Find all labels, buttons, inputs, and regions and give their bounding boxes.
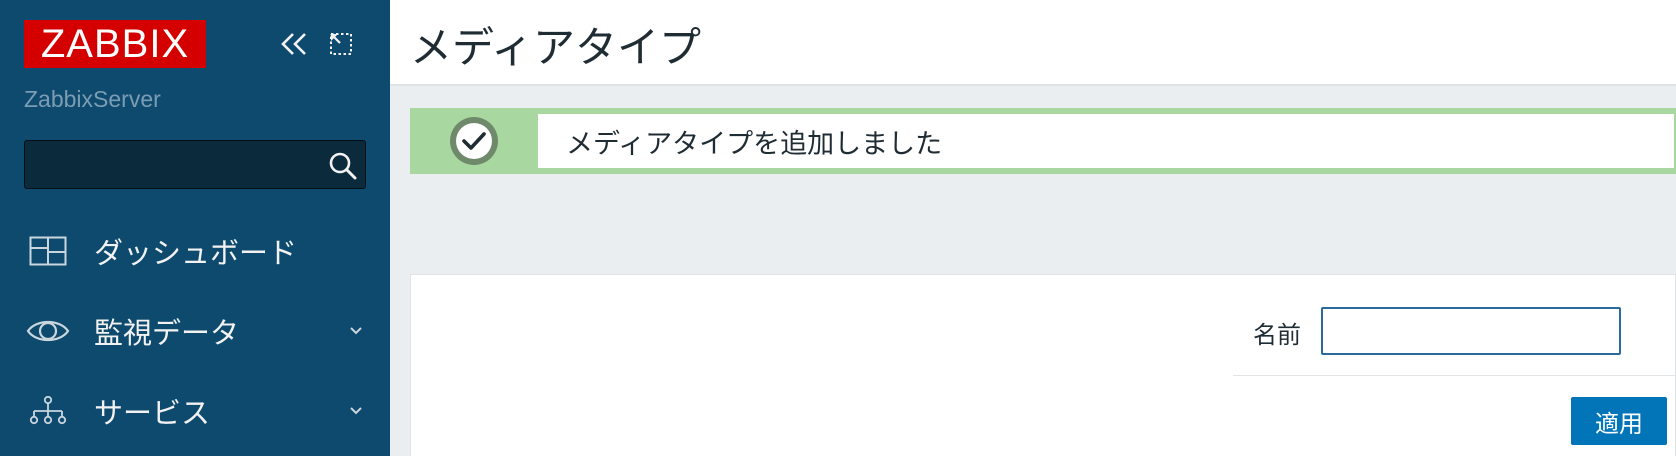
hierarchy-icon [26, 391, 70, 431]
dashboard-icon [26, 231, 70, 271]
collapse-sidebar-button[interactable] [274, 28, 314, 60]
sidebar-search [24, 140, 366, 189]
filter-panel: 名前 適用 [410, 274, 1676, 456]
sidebar-item-services[interactable]: サービス [0, 376, 390, 446]
kiosk-mode-button[interactable] [324, 28, 358, 60]
double-chevron-left-icon [281, 33, 306, 55]
sidebar-search-input[interactable] [25, 141, 315, 188]
sidebar: ZABBIX ZabbixServer ダッシュボード 監視データ サービス [0, 0, 390, 456]
sidebar-item-monitoring[interactable]: 監視データ [0, 296, 390, 366]
server-name: ZabbixServer [24, 86, 161, 112]
name-filter-input[interactable] [1321, 307, 1621, 355]
message-text: メディアタイプを追加しました [566, 128, 943, 160]
message-icon-area [412, 110, 536, 172]
sidebar-item-dashboard[interactable]: ダッシュボード [0, 216, 390, 286]
sidebar-item-label: 監視データ [94, 316, 240, 350]
zabbix-logo[interactable]: ZABBIX [24, 20, 206, 68]
search-icon[interactable] [327, 150, 359, 182]
name-filter-label: 名前 [1253, 321, 1301, 349]
page-title: メディアタイプ [410, 23, 702, 72]
chevron-down-icon [346, 321, 366, 341]
app: ZABBIX ZabbixServer ダッシュボード 監視データ サービス メ… [0, 0, 1676, 456]
chevron-down-icon [346, 401, 366, 421]
sidebar-item-label: サービス [94, 396, 211, 430]
success-message: メディアタイプを追加しました [410, 108, 1676, 174]
kiosk-mode-icon [330, 33, 352, 55]
filter-divider [1233, 375, 1676, 376]
page-header: メディアタイプ [390, 0, 1676, 86]
message-body: メディアタイプを追加しました [538, 114, 1674, 168]
check-circle-icon [450, 117, 498, 165]
eye-icon [26, 311, 70, 351]
sidebar-item-label: ダッシュボード [94, 236, 298, 270]
apply-button[interactable]: 適用 [1571, 397, 1667, 445]
